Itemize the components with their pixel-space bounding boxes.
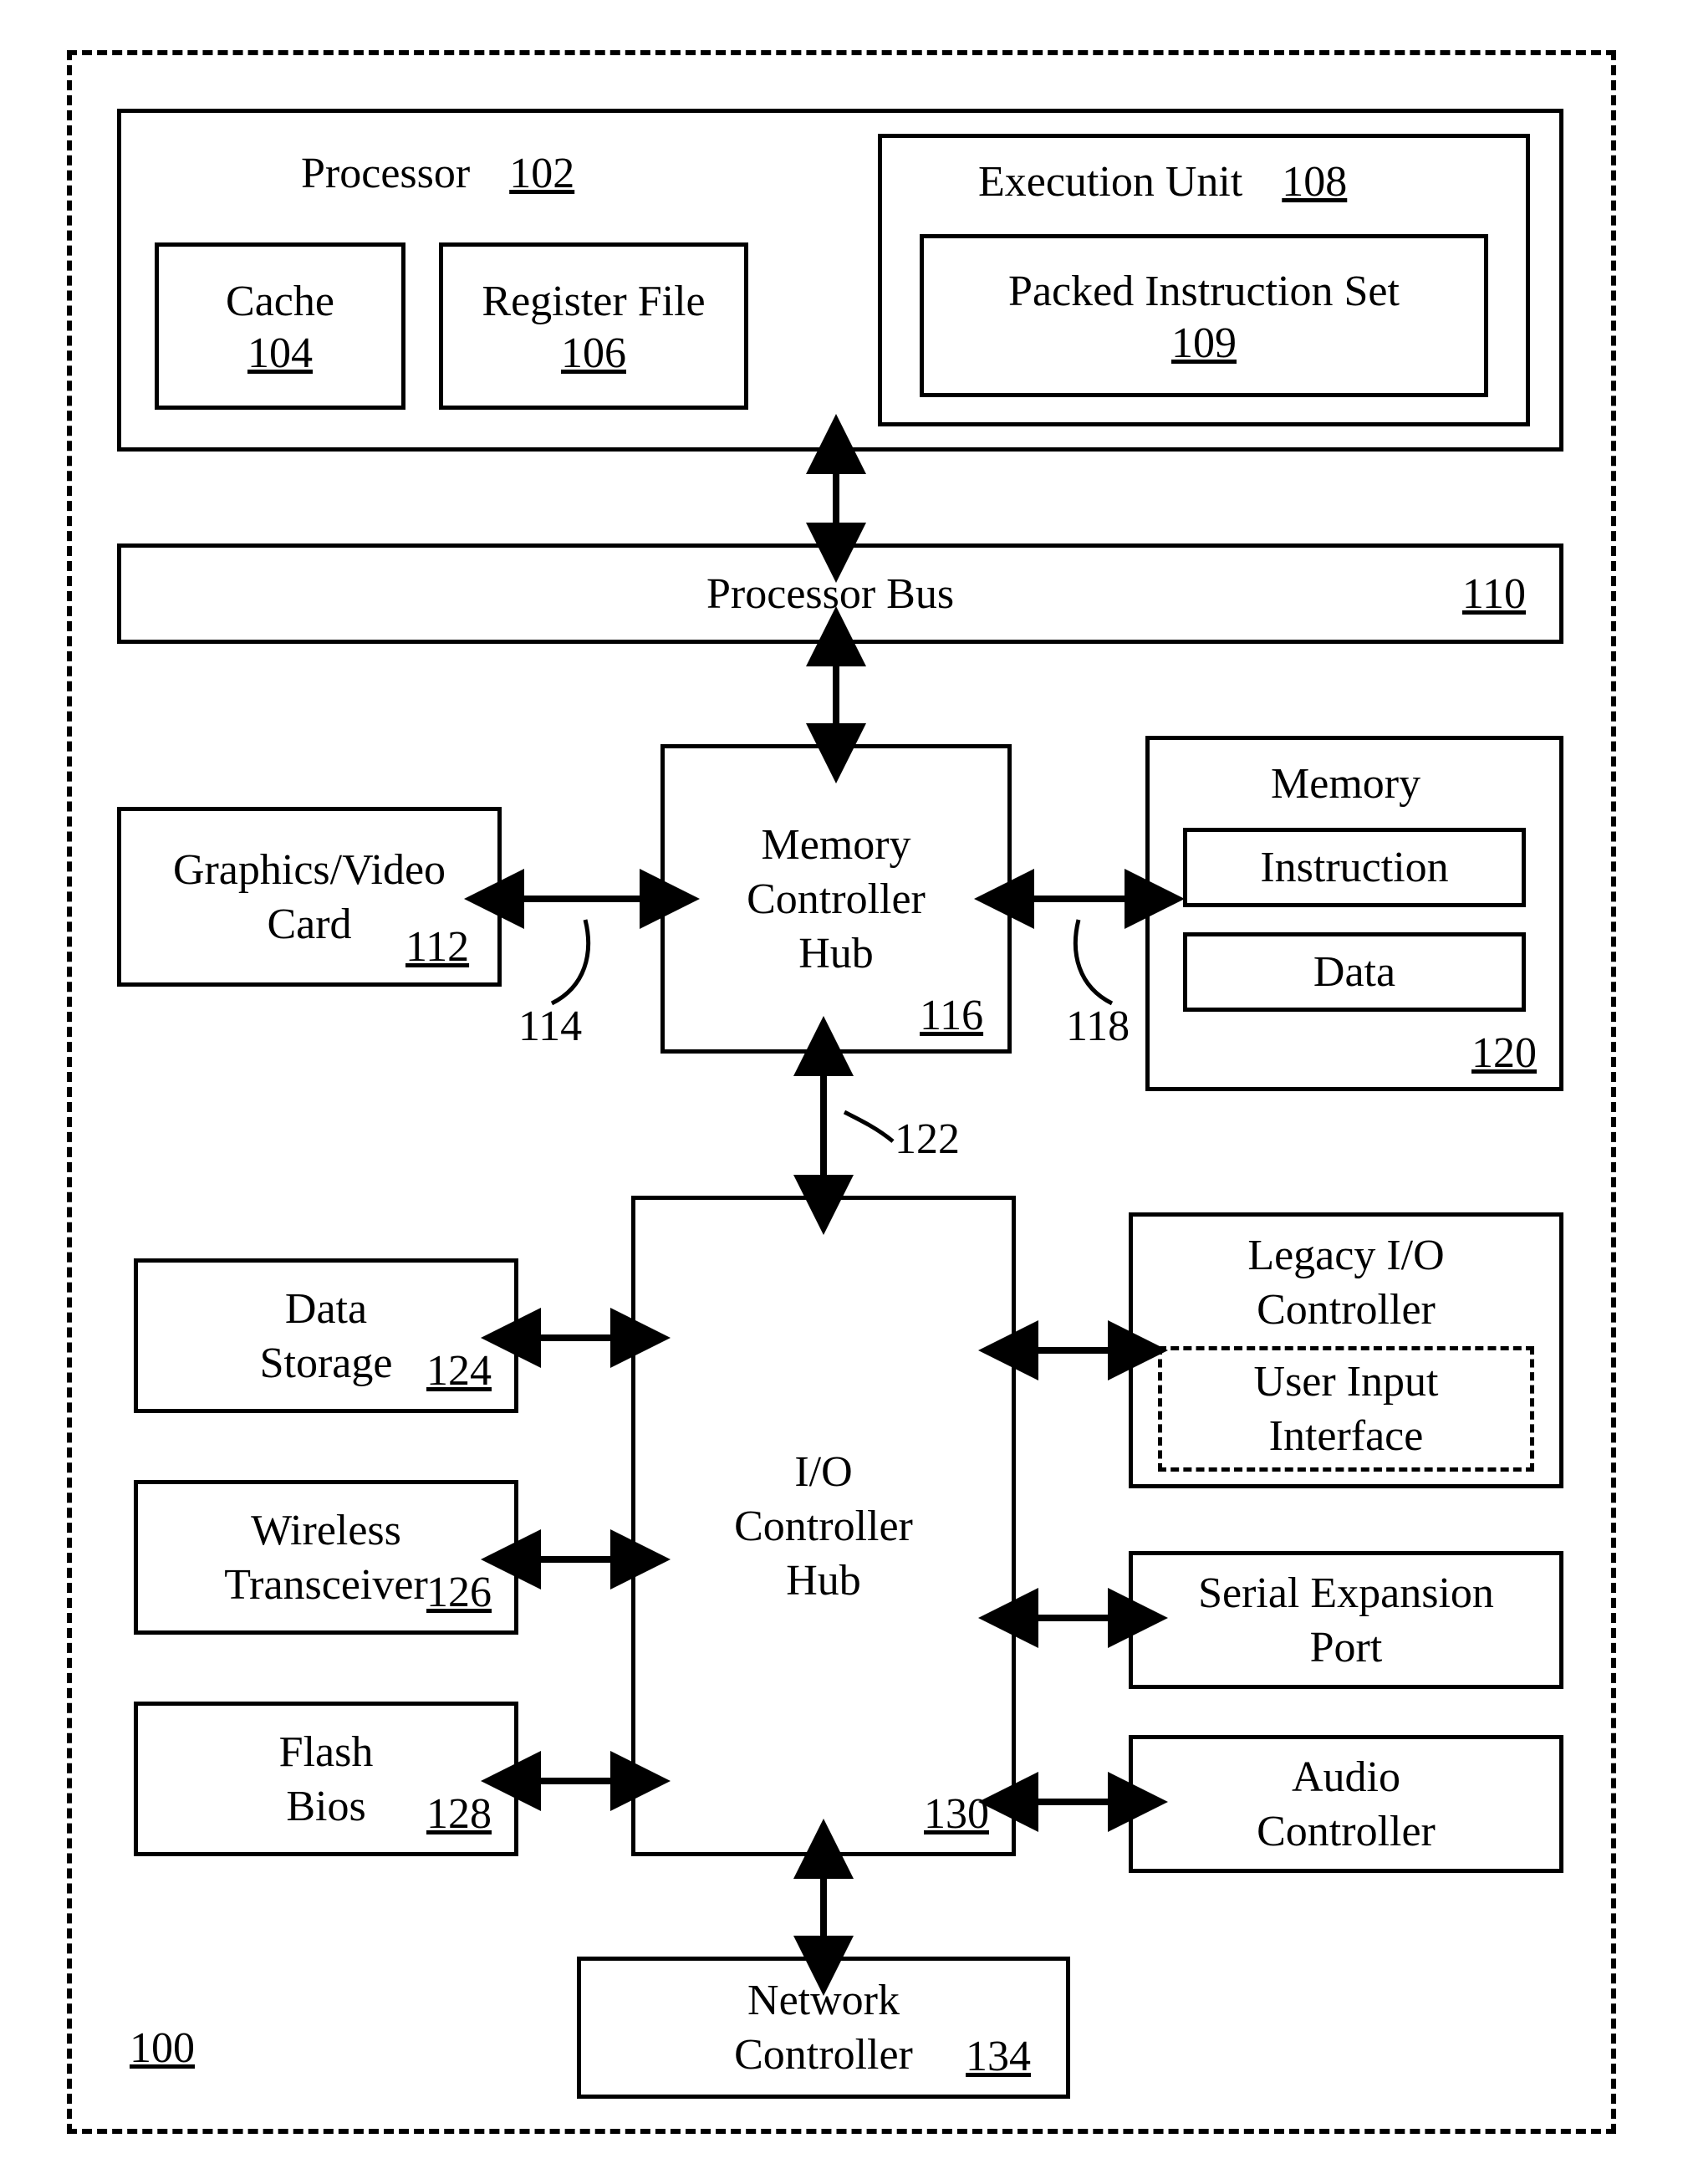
connectors-layer bbox=[0, 0, 1683, 2184]
computer-system-block-diagram: 100 Processor 102 Cache 104 Register Fil… bbox=[0, 0, 1683, 2184]
